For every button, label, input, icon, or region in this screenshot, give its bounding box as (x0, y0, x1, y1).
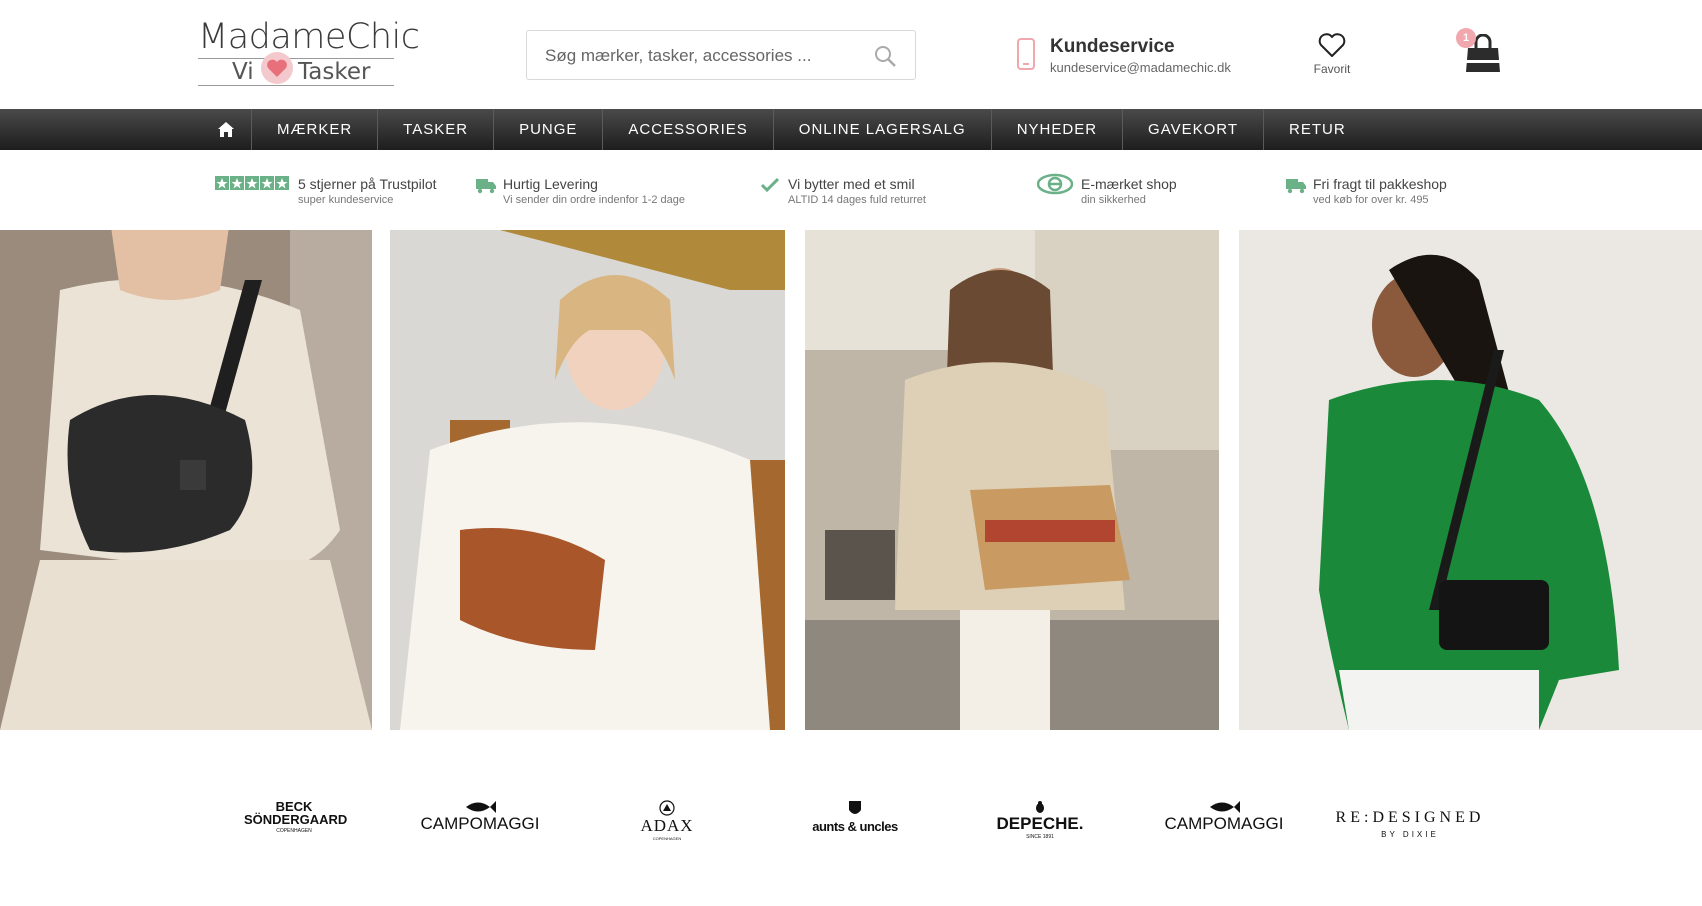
brand-logo-redesigned[interactable]: RE:DESIGNED BY DIXIE (1325, 808, 1495, 858)
usp-delivery[interactable]: Hurtig Levering Vi sender din ordre inde… (476, 176, 726, 210)
brand-logo-campomaggi[interactable]: CAMPOMAGGI (420, 800, 540, 850)
nav-item-accessories[interactable]: ACCESSORIES (603, 109, 774, 150)
hero-image-crossbody[interactable] (1239, 230, 1702, 730)
logo-tagline-tasker: Tasker (298, 59, 371, 85)
checkmark-icon (761, 178, 779, 192)
usp-exchange[interactable]: Vi bytter med et smil ALTID 14 dages ful… (761, 176, 981, 210)
brand-text: CAMPOMAGGI (420, 814, 540, 833)
heart-icon (1318, 33, 1346, 57)
brand-logo-beck-sondergaard[interactable]: BECK SÖNDERGAARD COPENHAGEN (244, 800, 348, 850)
truck-icon (1286, 179, 1306, 194)
brand-text: DEPECHE. (996, 814, 1084, 833)
adax-emblem-icon (659, 800, 675, 816)
usp-e-maerket[interactable]: E-mærket shop din sikkerhed (1037, 173, 1237, 210)
hero-image-clutch[interactable] (390, 230, 785, 730)
usp-title: Vi bytter med et smil (788, 176, 915, 192)
brand-text: aunts & uncles (812, 819, 898, 834)
brand-logo-depeche[interactable]: DEPECHE. SINCE 1891 (985, 800, 1095, 850)
hero-image-belt-bag[interactable] (0, 230, 372, 730)
cart-count-badge: 1 (1456, 28, 1476, 48)
brand-logos: BECK SÖNDERGAARD COPENHAGEN CAMPOMAGGI A… (0, 770, 1702, 880)
usp-title: Hurtig Levering (503, 176, 598, 192)
usp-subtitle: super kundeservice (298, 194, 394, 206)
brand-text: SINCE 1891 (1026, 834, 1054, 840)
brand-text: CAMPOMAGGI (1164, 814, 1284, 833)
main-navigation: MÆRKER TASKER PUNGE ACCESSORIES ONLINE L… (0, 109, 1702, 150)
e-maerket-icon (1037, 173, 1073, 195)
nav-item-retur[interactable]: RETUR (1264, 109, 1371, 150)
usp-subtitle: ALTID 14 dages fuld returret (788, 194, 926, 206)
brand-text: ADAX (640, 816, 694, 835)
truck-icon (476, 179, 496, 194)
hero-image-4-illustration (1239, 230, 1702, 730)
nav-item-gavekort[interactable]: GAVEKORT (1123, 109, 1265, 150)
usp-title: E-mærket shop (1081, 176, 1177, 192)
usp-subtitle: din sikkerhed (1081, 194, 1146, 206)
brand-logo-adax[interactable]: ADAX COPENHAGEN (622, 800, 712, 850)
brand-logo-aunts-and-uncles[interactable]: aunts & uncles (800, 800, 910, 850)
logo-tagline-vi: Vi (232, 59, 254, 85)
nav-home[interactable] (202, 109, 252, 150)
customer-service-title: Kundeservice (1050, 36, 1175, 57)
cart-button[interactable]: 1 (1456, 28, 1504, 78)
usp-title: 5 stjerner på Trustpilot (298, 176, 437, 192)
nav-item-punge[interactable]: PUNGE (494, 109, 604, 150)
customer-service-email[interactable]: kundeservice@madamechic.dk (1050, 60, 1231, 75)
site-logo[interactable]: MadameChic Vi Tasker (198, 17, 420, 88)
trustpilot-stars-icon (215, 176, 289, 190)
usp-trustpilot[interactable]: 5 stjerner på Trustpilot super kundeserv… (215, 176, 465, 210)
nav-item-maerker[interactable]: MÆRKER (252, 109, 379, 150)
hero-image-3-illustration (805, 230, 1219, 730)
usp-title: Fri fragt til pakkeshop (1313, 176, 1447, 192)
site-header: MadameChic Vi Tasker Kundeservice kundes… (0, 0, 1702, 109)
phone-icon (1017, 38, 1035, 70)
fish-icon (1210, 801, 1240, 813)
usp-free-shipping[interactable]: Fri fragt til pakkeshop ved køb for over… (1286, 176, 1486, 210)
hero-image-tote[interactable] (805, 230, 1219, 730)
favorites-button[interactable]: Favorit (1310, 32, 1354, 80)
search-icon[interactable] (873, 44, 897, 68)
brand-text: SÖNDERGAARD (244, 812, 348, 827)
logo-heart-icon (261, 52, 293, 84)
home-icon (218, 122, 234, 137)
search-box (526, 30, 916, 80)
brand-text: COPENHAGEN (652, 836, 682, 841)
usp-subtitle: Vi sender din ordre indenfor 1-2 dage (503, 194, 686, 206)
search-input[interactable] (545, 43, 855, 69)
favorites-label: Favorit (1313, 62, 1351, 76)
depeche-bug-icon (1036, 801, 1044, 813)
hero-image-1-illustration (0, 230, 372, 730)
nav-item-nyheder[interactable]: NYHEDER (992, 109, 1124, 150)
fish-icon (466, 801, 496, 813)
logo-wordmark: MadameChic (198, 17, 420, 57)
logo-tagline: Vi Tasker (198, 52, 394, 86)
usp-subtitle: ved køb for over kr. 495 (1313, 194, 1429, 206)
hero-image-2-illustration (390, 230, 785, 730)
brand-text: COPENHAGEN (276, 828, 312, 834)
brand-text: RE:DESIGNED (1335, 809, 1485, 826)
customer-service[interactable]: Kundeservice kundeservice@madamechic.dk (1015, 36, 1255, 80)
brand-text: BY DIXIE (1381, 830, 1439, 839)
aunts-uncles-emblem-icon (849, 801, 861, 814)
usp-bar: 5 stjerner på Trustpilot super kundeserv… (0, 150, 1702, 230)
brand-logo-campomaggi-2[interactable]: CAMPOMAGGI (1164, 800, 1284, 850)
nav-item-online-lagersalg[interactable]: ONLINE LAGERSALG (774, 109, 992, 150)
nav-item-tasker[interactable]: TASKER (378, 109, 495, 150)
